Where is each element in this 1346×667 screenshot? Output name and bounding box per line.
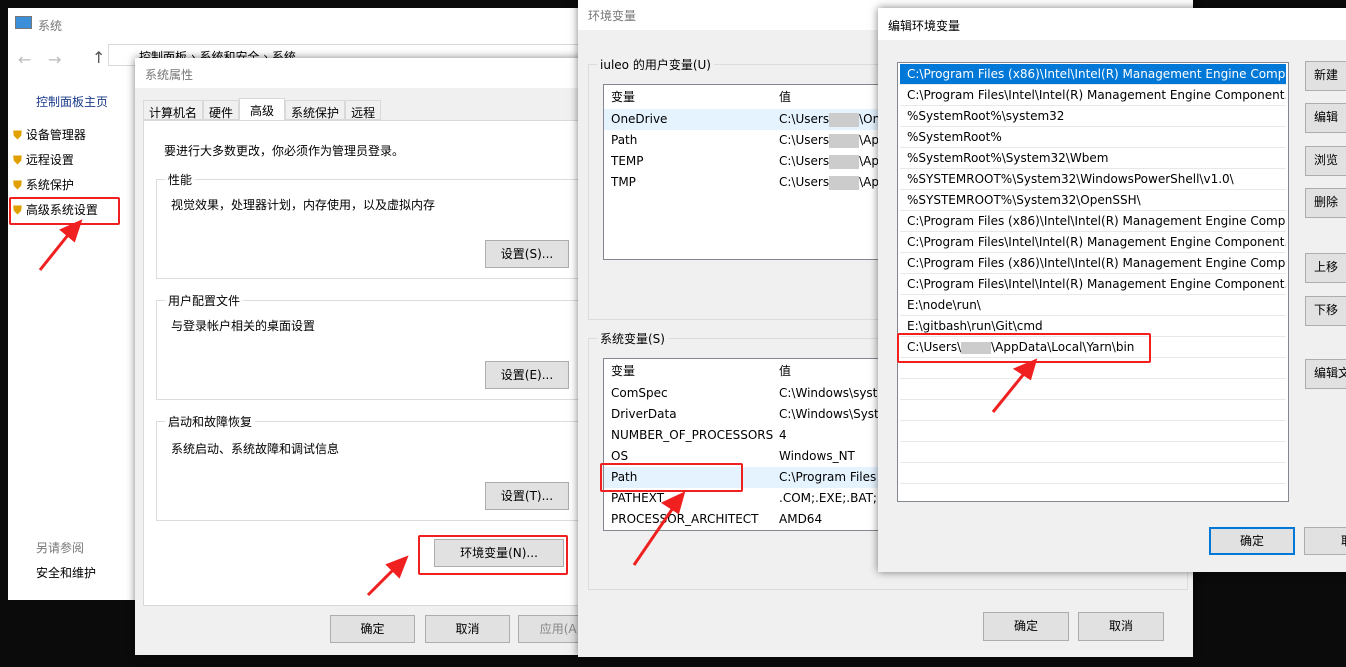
arrowhead: [660, 491, 686, 515]
arrowhead: [1012, 358, 1038, 381]
arrow-icon: [632, 504, 677, 566]
arrow-icon: [991, 369, 1029, 413]
annotation-arrows: [38, 219, 1038, 597]
